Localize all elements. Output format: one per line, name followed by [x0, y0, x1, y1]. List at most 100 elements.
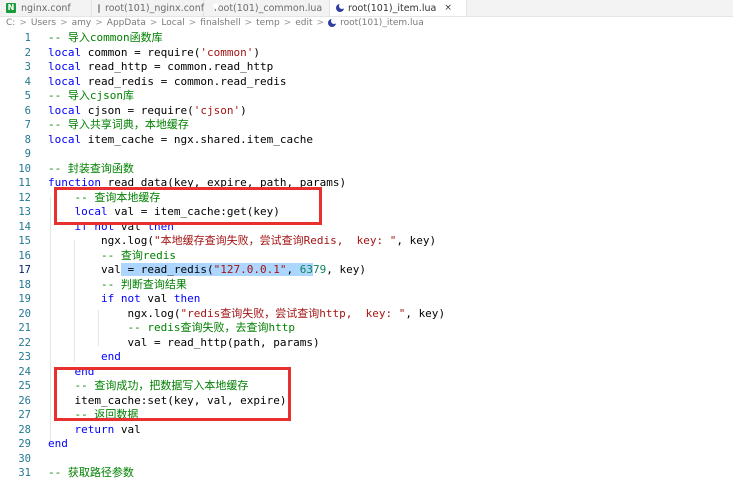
breadcrumb-item[interactable]: C: [6, 18, 15, 28]
tab-label: root(101)_nginx.conf [105, 2, 205, 14]
breadcrumb-item[interactable]: Local [161, 18, 184, 28]
line-number: 4 [24, 75, 31, 88]
breadcrumb-separator: > [244, 18, 253, 28]
line-number: 5 [24, 90, 31, 102]
code-line[interactable]: 23 end [0, 350, 733, 365]
code-text: end [100, 350, 121, 363]
breadcrumb-separator: > [283, 18, 292, 28]
line-number: 12 [18, 191, 31, 204]
code-text: -- 查询redis [100, 248, 176, 262]
code-text: -- 获取路径参数 [48, 466, 134, 479]
breadcrumb-item[interactable]: edit [295, 18, 312, 28]
code-line[interactable]: 5 -- 导入cjson库 [0, 89, 733, 104]
line-number: 23 [18, 351, 31, 363]
text-selection: = read_redis("127.0.0.1", 63 [120, 263, 313, 276]
code-text: ngx.log("本地缓存查询失败，尝试查询Redis, key: ", key… [100, 234, 437, 247]
line-number: 11 [18, 177, 31, 189]
breadcrumb-item[interactable]: amy [72, 18, 92, 28]
code-line[interactable]: 1 -- 导入common函数库 [0, 31, 733, 46]
breadcrumb-item[interactable]: Users [31, 18, 56, 28]
line-number: 3 [24, 61, 31, 73]
code-text: -- redis查询失败，去查询http [127, 321, 295, 334]
tab-nginx-conf[interactable]: Nnginx.conf [0, 0, 92, 16]
code-text: -- 导入common函数库 [48, 31, 163, 44]
line-number: 1 [24, 32, 31, 44]
breadcrumb-separator: > [60, 18, 68, 28]
line-number: 25 [18, 380, 31, 392]
code-text: return val [74, 422, 141, 436]
code-line[interactable]: 29 end [0, 437, 733, 452]
code-line[interactable]: 3 local read_http = common.read_http [0, 60, 733, 75]
breadcrumb-separator: > [19, 18, 27, 28]
line-number: 21 [18, 322, 31, 334]
line-number: 13 [18, 206, 31, 218]
tab-bar: Nnginx.conf root(101)_nginx.conf root(101)… [0, 0, 733, 17]
highlight-box-local-cache-write [54, 367, 291, 421]
code-line[interactable]: 19 if not val then [0, 292, 733, 307]
line-number: 2 [24, 46, 31, 59]
lua-file-icon [328, 18, 338, 27]
breadcrumb: C: > Users > amy > AppData > Local > finalshell > te… [0, 16, 733, 30]
line-number: 28 [18, 423, 31, 436]
code-line[interactable]: 8 local item_cache = ngx.shared.item_cach… [0, 133, 733, 148]
code-line[interactable]: 16 -- 查询redis [0, 249, 733, 264]
line-number: 24 [18, 365, 31, 378]
code-line[interactable]: 20 ngx.log("redis查询失败，尝试查询http, key: ", … [0, 307, 733, 322]
tab-root-101-common-lua[interactable]: root(101)_common.lua [204, 0, 330, 16]
line-number: 9 [24, 148, 31, 160]
tab-label: nginx.conf [21, 2, 71, 14]
code-text: local read_http = common.read_http [48, 60, 274, 73]
line-number: 7 [24, 119, 31, 131]
tab-root-101-nginx-conf[interactable]: root(101)_nginx.conf [92, 0, 204, 16]
tab-root-101-item-lua[interactable]: root(101)_item.lua × [330, 0, 467, 16]
tab-label: root(101)_item.lua [348, 2, 437, 14]
code-line[interactable]: 30 [0, 452, 733, 467]
code-line[interactable]: 18 -- 判断查询结果 [0, 278, 733, 293]
code-line[interactable]: 9 [0, 147, 733, 162]
code-line[interactable]: 22 val = read_http(path, params) [0, 336, 733, 351]
tab-label: root(101)_common.lua [214, 2, 323, 14]
line-number: 16 [18, 249, 31, 262]
breadcrumb-item[interactable]: AppData [107, 18, 146, 28]
line-number: 30 [18, 452, 31, 465]
code-line[interactable]: 4 local read_redis = common.read_redis [0, 75, 733, 90]
line-number: 10 [18, 162, 31, 175]
code-text: local cjson = require('cjson') [48, 103, 247, 117]
code-line[interactable]: 6 local cjson = require('cjson') [0, 104, 733, 119]
code-text: local common = require('common') [48, 45, 260, 59]
file-icon [98, 3, 100, 13]
line-number: 29 [18, 438, 31, 450]
line-number: 19 [18, 293, 31, 305]
code-line[interactable]: 15 ngx.log("本地缓存查询失败，尝试查询Redis, key: ", … [0, 234, 733, 249]
code-line[interactable]: 2 local common = require('common') [0, 46, 733, 61]
line-number: 8 [24, 133, 31, 146]
line-number: 20 [18, 307, 31, 320]
code-line[interactable]: 17 val = read_redis("127.0.0.1", 6379, k… [0, 263, 733, 278]
code-text: local read_redis = common.read_redis [48, 74, 287, 88]
code-line[interactable]: 21 -- redis查询失败，去查询http [0, 321, 733, 336]
code-text: -- 导入cjson库 [48, 89, 134, 102]
code-line[interactable]: 7 -- 导入共享词典，本地缓存 [0, 118, 733, 133]
code-line[interactable]: 28 return val [0, 423, 733, 438]
breadcrumb-item[interactable]: finalshell [200, 18, 240, 28]
code-text: val = read_http(path, params) [127, 335, 320, 349]
close-tab-icon[interactable]: × [444, 3, 452, 13]
line-number: 6 [24, 104, 31, 117]
breadcrumb-item[interactable]: temp [256, 18, 280, 28]
line-number: 31 [18, 467, 31, 479]
line-number: 22 [18, 336, 31, 349]
highlight-box-local-cache-read [54, 187, 322, 225]
line-number: 17 [18, 264, 31, 276]
code-line[interactable]: 31 -- 获取路径参数 [0, 466, 733, 481]
code-text: end [48, 437, 68, 450]
nginx-icon: N [6, 3, 16, 13]
breadcrumb-separator: > [316, 18, 325, 28]
breadcrumb-item[interactable]: root(101)_item.lua [340, 18, 424, 28]
code-text: -- 导入共享词典，本地缓存 [48, 118, 189, 131]
code-line[interactable]: 10 -- 封装查询函数 [0, 162, 733, 177]
line-number: 27 [18, 409, 31, 421]
breadcrumb-separator: > [95, 18, 103, 28]
breadcrumb-separator: > [188, 18, 197, 28]
code-text: ngx.log("redis查询失败，尝试查询http, key: ", key… [127, 306, 446, 320]
line-number: 26 [18, 394, 31, 407]
